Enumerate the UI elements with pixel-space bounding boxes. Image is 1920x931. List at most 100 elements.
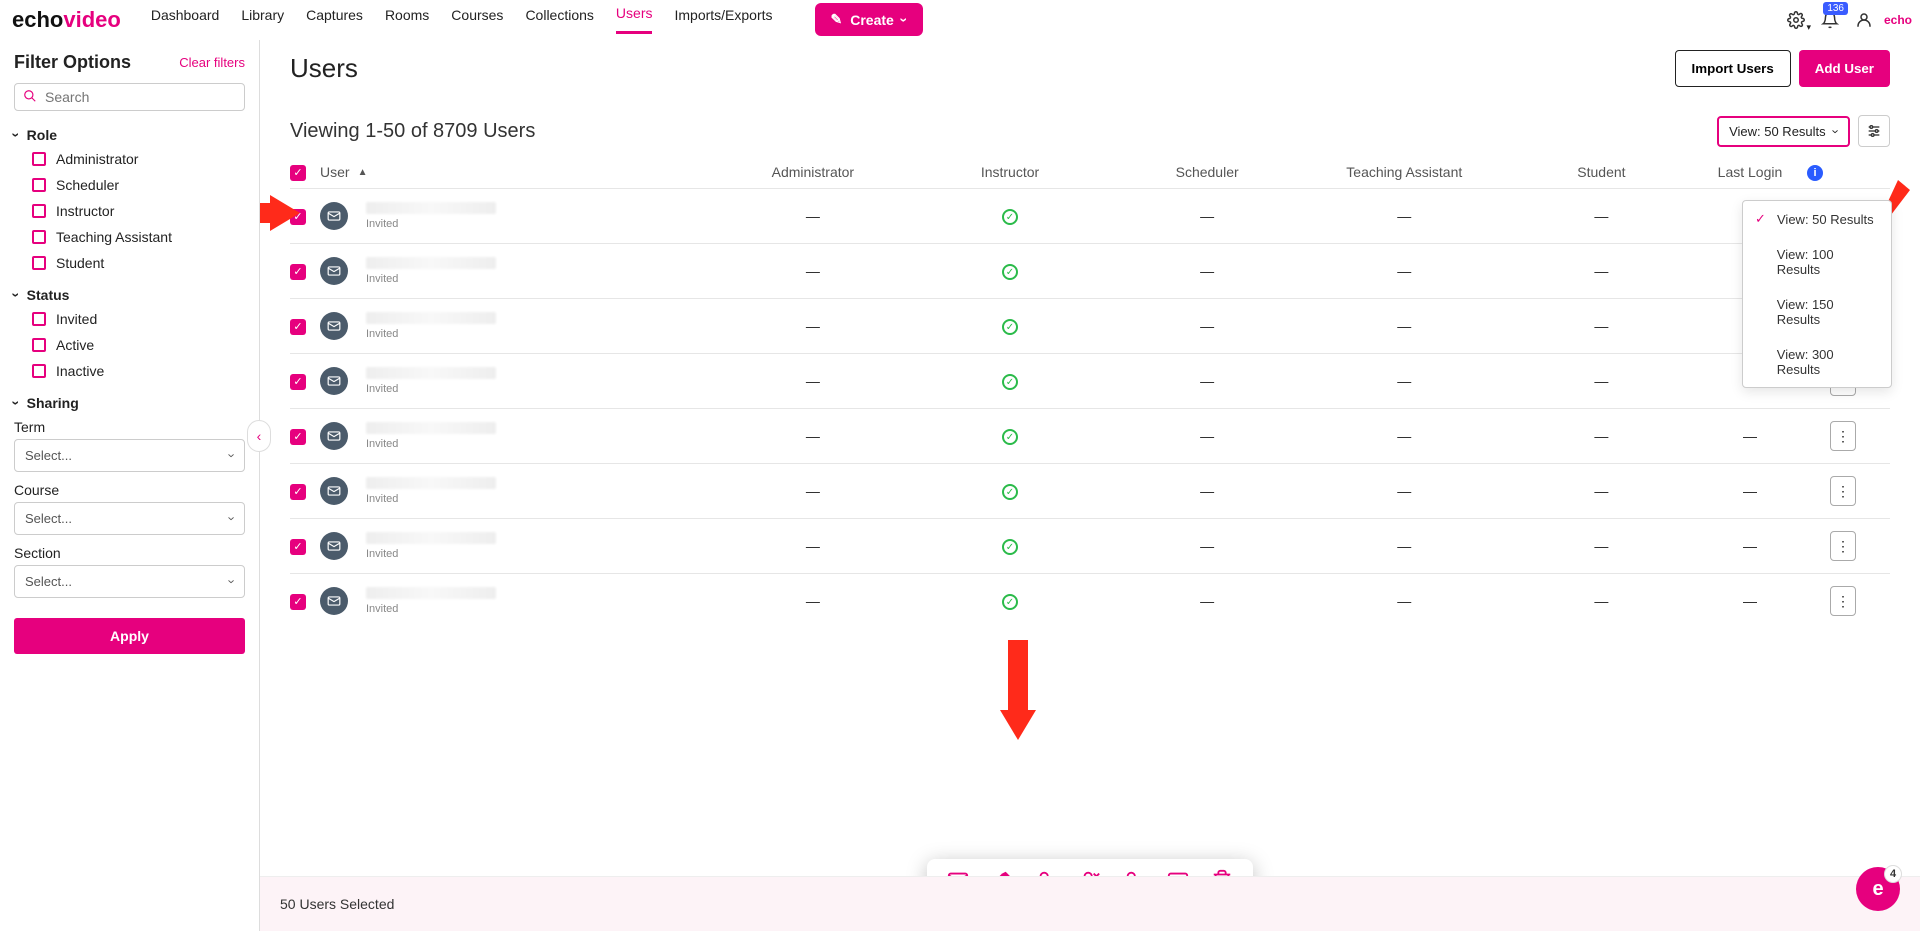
user-icon[interactable] [1854,10,1874,30]
cell-instructor: ✓ [911,592,1108,611]
avatar [320,532,348,560]
import-users-button[interactable]: Import Users [1675,50,1791,87]
cell-admin: — [714,373,911,389]
cell-instructor: ✓ [911,317,1108,336]
group-sharing-head[interactable]: Sharing [14,395,245,411]
row-checkbox[interactable]: ✓ [290,539,306,555]
viewing-count: Viewing 1-50 of 8709 Users [290,120,535,143]
nav-users[interactable]: Users [616,5,653,34]
filter-status-invited[interactable]: Invited [32,311,245,327]
cell-scheduler: — [1109,208,1306,224]
search-input[interactable] [43,88,236,106]
user-name-redacted [366,532,496,544]
filter-role-scheduler[interactable]: Scheduler [32,177,245,193]
filter-role-instructor[interactable]: Instructor [32,203,245,219]
row-checkbox[interactable]: ✓ [290,429,306,445]
cell-scheduler: — [1109,428,1306,444]
chevron-down-icon [230,448,234,463]
cell-lastlogin: — [1700,538,1800,554]
view-option-150[interactable]: View: 150 Results [1743,287,1891,337]
table-row: ✓ Invited — ✓ — — — — ⋮ [290,298,1890,353]
group-status-head[interactable]: Status [14,287,245,303]
filter-role-administrator[interactable]: Administrator [32,151,245,167]
wand-icon: ✎ [831,11,843,28]
cell-instructor: ✓ [911,537,1108,556]
cell-student: — [1503,483,1700,499]
user-status: Invited [366,548,496,560]
cell-lastlogin: — [1700,428,1800,444]
chevron-down-icon [14,287,19,303]
col-user[interactable]: User ▲ [320,164,714,180]
cell-ta: — [1306,593,1503,609]
filter-status-inactive[interactable]: Inactive [32,363,245,379]
col-student[interactable]: Student [1503,164,1700,180]
table-row: ✓ Invited — ✓ — — — — ⋮ [290,408,1890,463]
cell-scheduler: — [1109,318,1306,334]
col-scheduler[interactable]: Scheduler [1109,164,1306,180]
nav-library[interactable]: Library [241,7,284,33]
gear-icon[interactable]: ▾ [1786,10,1806,30]
section-select[interactable]: Select... [14,565,245,598]
group-role-head[interactable]: Role [14,127,245,143]
mini-logo[interactable]: echo [1888,10,1908,30]
row-checkbox[interactable]: ✓ [290,484,306,500]
nav-collections[interactable]: Collections [525,7,593,33]
cell-student: — [1503,538,1700,554]
view-option-50[interactable]: ✓View: 50 Results [1743,201,1891,237]
col-instructor[interactable]: Instructor [911,164,1108,180]
row-actions-button[interactable]: ⋮ [1830,476,1856,506]
chevron-down-icon [1834,124,1838,139]
view-option-100[interactable]: View: 100 Results [1743,237,1891,287]
apply-button[interactable]: Apply [14,618,245,654]
nav-dashboard[interactable]: Dashboard [151,7,220,33]
check-circle-icon: ✓ [1002,594,1018,610]
row-actions-button[interactable]: ⋮ [1830,531,1856,561]
cell-instructor: ✓ [911,427,1108,446]
row-checkbox[interactable]: ✓ [290,374,306,390]
avatar [320,257,348,285]
term-select[interactable]: Select... [14,439,245,472]
support-fab[interactable]: e 4 [1856,867,1900,911]
avatar [320,312,348,340]
add-user-button[interactable]: Add User [1799,50,1890,87]
nav-rooms[interactable]: Rooms [385,7,429,33]
row-checkbox[interactable]: ✓ [290,594,306,610]
view-results-dropdown[interactable]: View: 50 Results [1717,116,1850,147]
col-lastlogin[interactable]: Last Login [1700,164,1800,180]
search-icon [23,89,37,106]
row-checkbox[interactable]: ✓ [290,319,306,335]
user-status: Invited [366,273,496,285]
col-ta[interactable]: Teaching Assistant [1306,164,1503,180]
create-button[interactable]: ✎ Create [815,3,923,36]
nav-imports[interactable]: Imports/Exports [674,7,772,33]
cell-scheduler: — [1109,263,1306,279]
selected-count: 50 Users Selected [280,896,394,912]
row-actions-button[interactable]: ⋮ [1830,421,1856,451]
cell-ta: — [1306,373,1503,389]
cell-admin: — [714,538,911,554]
filter-role-ta[interactable]: Teaching Assistant [32,229,245,245]
cell-lastlogin: — [1700,593,1800,609]
view-option-300[interactable]: View: 300 Results [1743,337,1891,387]
cell-ta: — [1306,538,1503,554]
row-checkbox[interactable]: ✓ [290,264,306,280]
sidebar-search[interactable] [14,83,245,111]
filter-status-active[interactable]: Active [32,337,245,353]
clear-filters[interactable]: Clear filters [179,55,245,70]
table-row: ✓ Invited — ✓ — — — — ⋮ [290,518,1890,573]
info-icon[interactable]: i [1807,165,1823,181]
cell-scheduler: — [1109,593,1306,609]
nav-captures[interactable]: Captures [306,7,363,33]
chevron-down-icon [902,12,907,28]
col-admin[interactable]: Administrator [714,164,911,180]
table-settings-button[interactable] [1858,115,1890,147]
bell-icon[interactable]: 136 [1820,10,1840,30]
course-select[interactable]: Select... [14,502,245,535]
select-all-checkbox[interactable]: ✓ [290,165,306,181]
cell-admin: — [714,593,911,609]
row-actions-button[interactable]: ⋮ [1830,586,1856,616]
avatar [320,587,348,615]
filter-role-student[interactable]: Student [32,255,245,271]
cell-student: — [1503,263,1700,279]
nav-courses[interactable]: Courses [451,7,503,33]
